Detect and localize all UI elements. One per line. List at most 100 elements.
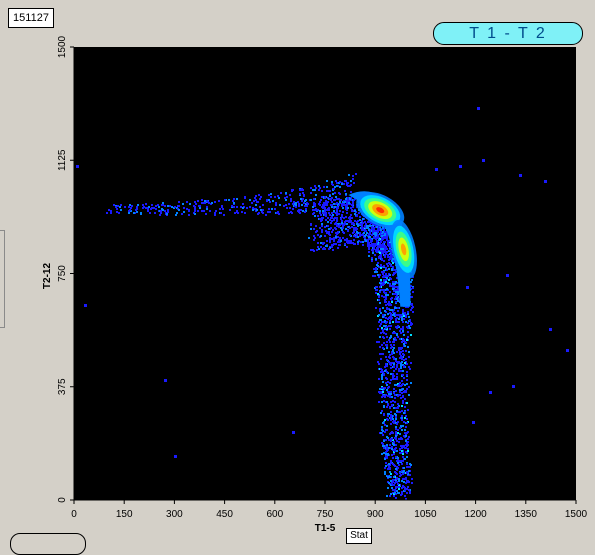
density-cell xyxy=(391,309,393,311)
density-cell xyxy=(406,463,408,465)
density-cell xyxy=(387,244,389,246)
density-cell xyxy=(368,242,370,244)
density-cell xyxy=(383,400,385,402)
density-cell xyxy=(341,220,343,222)
density-cell xyxy=(399,433,401,435)
density-cell xyxy=(299,212,301,214)
density-cell xyxy=(120,209,122,211)
density-cell xyxy=(342,237,344,239)
density-cell xyxy=(365,223,367,225)
density-cell xyxy=(390,391,392,393)
density-cell xyxy=(305,208,307,210)
density-cell xyxy=(392,463,394,465)
density-cell xyxy=(389,433,391,435)
plot-area[interactable] xyxy=(74,47,576,500)
density-cell xyxy=(240,206,242,208)
density-cell xyxy=(371,257,373,259)
density-cell xyxy=(396,295,398,297)
density-cell xyxy=(378,257,380,259)
density-cell xyxy=(336,211,338,213)
density-cell xyxy=(399,448,401,450)
density-cell xyxy=(186,201,188,203)
density-cell xyxy=(346,241,348,243)
density-cell xyxy=(393,363,395,365)
density-cell xyxy=(506,274,509,277)
density-cell xyxy=(407,431,409,433)
density-cell xyxy=(404,398,406,400)
density-cell xyxy=(384,247,386,249)
density-cell xyxy=(386,251,388,253)
density-cell xyxy=(402,350,404,352)
density-cell xyxy=(356,221,358,223)
density-cell xyxy=(379,310,381,312)
density-cell xyxy=(384,254,386,256)
density-cell xyxy=(349,234,351,236)
density-cell xyxy=(397,462,399,464)
density-cell xyxy=(396,423,398,425)
density-cell xyxy=(277,211,279,213)
density-cell xyxy=(389,291,391,293)
density-cell xyxy=(333,218,335,220)
density-cell xyxy=(385,275,387,277)
density-cell xyxy=(404,432,406,434)
density-cell xyxy=(403,318,405,320)
density-cell xyxy=(404,341,406,343)
density-cell xyxy=(395,314,397,316)
density-cell xyxy=(398,321,400,323)
density-cell xyxy=(384,245,386,247)
density-cell xyxy=(392,479,394,481)
density-cell xyxy=(396,351,398,353)
density-cell xyxy=(319,227,321,229)
density-cell xyxy=(381,410,383,412)
density-cell xyxy=(341,205,343,207)
density-cell xyxy=(336,218,338,220)
density-cell xyxy=(388,279,390,281)
density-cell xyxy=(401,405,403,407)
density-cell xyxy=(400,370,402,372)
density-cell xyxy=(182,203,184,205)
density-cell xyxy=(405,358,407,360)
stat-button[interactable]: Stat xyxy=(346,528,372,544)
density-cell xyxy=(128,206,130,208)
density-cell xyxy=(336,206,338,208)
density-cell xyxy=(302,189,304,191)
density-cell xyxy=(396,373,398,375)
density-cell xyxy=(383,447,385,449)
density-cell xyxy=(313,250,315,252)
density-cell xyxy=(301,204,303,206)
density-cell xyxy=(367,227,369,229)
density-cell xyxy=(351,204,353,206)
density-cell xyxy=(397,467,399,469)
density-cell xyxy=(380,279,382,281)
density-cell xyxy=(293,201,295,203)
density-cell xyxy=(411,304,413,306)
density-cell xyxy=(347,207,349,209)
density-cell xyxy=(290,200,292,202)
density-cell xyxy=(373,246,375,248)
density-cell xyxy=(267,211,269,213)
density-cell xyxy=(147,210,149,212)
density-cell xyxy=(384,299,386,301)
density-cell xyxy=(408,466,410,468)
density-cell xyxy=(137,204,139,206)
density-cell xyxy=(362,227,364,229)
density-cell xyxy=(388,439,390,441)
density-cell xyxy=(389,406,391,408)
density-cell xyxy=(390,480,392,482)
density-cell xyxy=(402,321,404,323)
density-cell xyxy=(322,242,324,244)
density-cell xyxy=(366,232,368,234)
density-cell xyxy=(316,209,318,211)
density-cell xyxy=(272,200,274,202)
density-cell xyxy=(352,206,354,208)
density-cell xyxy=(368,255,370,257)
density-cell xyxy=(314,203,316,205)
density-cell xyxy=(389,382,391,384)
density-cell xyxy=(333,240,335,242)
density-cell xyxy=(331,216,333,218)
density-cell xyxy=(384,310,386,312)
density-cell xyxy=(392,349,394,351)
density-cell xyxy=(392,274,394,276)
density-cell xyxy=(304,200,306,202)
density-cell xyxy=(397,492,399,494)
